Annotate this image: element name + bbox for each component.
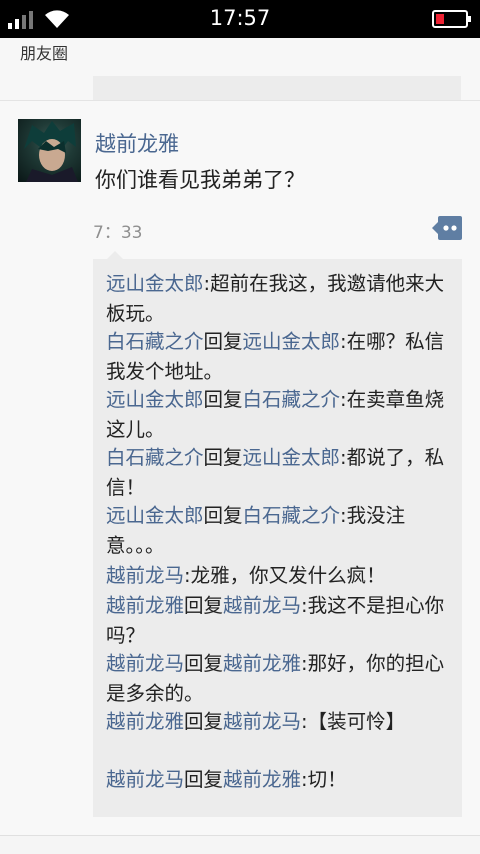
comment-item[interactable]: 远山金太郎回复白石藏之介:在卖章鱼烧这儿。 (106, 385, 446, 445)
comment-item[interactable]: 越前龙马回复越前龙雅:那好，你的担心是多余的。 (106, 649, 446, 709)
comment-button[interactable] (432, 216, 462, 240)
comment-text: :切！ (301, 768, 347, 791)
comment-author[interactable]: 白石藏之介 (106, 330, 204, 353)
comment-item[interactable]: 远山金太郎回复白石藏之介:我没注意。。。 (106, 501, 446, 561)
comment-author[interactable]: 越前龙马 (106, 768, 184, 791)
comment-item[interactable]: 白石藏之介回复远山金太郎:在哪？私信我发个地址。 (106, 327, 446, 387)
comment-item[interactable]: 越前龙马:龙雅，你又发什么疯！ (106, 561, 446, 591)
comment-author[interactable]: 远山金太郎 (106, 388, 204, 411)
reply-word: 回复 (184, 768, 224, 791)
reply-target[interactable]: 远山金太郎 (243, 330, 341, 353)
comment-author[interactable]: 越前龙雅 (106, 710, 184, 733)
reply-target[interactable]: 越前龙马 (223, 594, 301, 617)
reply-target[interactable]: 白石藏之介 (243, 388, 341, 411)
reply-target[interactable]: 白石藏之介 (243, 504, 341, 527)
comment-item[interactable]: 白石藏之介回复远山金太郎:都说了，私信！ (106, 443, 446, 503)
post-content: 你们谁看见我弟弟了？ (95, 168, 305, 192)
comment-icon (432, 216, 462, 240)
reply-target[interactable]: 越前龙雅 (223, 768, 301, 791)
comment-author[interactable]: 越前龙雅 (106, 594, 184, 617)
nav-bar: 朋友圈 (0, 38, 480, 120)
status-bar: 17:57 (0, 0, 480, 38)
reply-word: 回复 (184, 710, 224, 733)
status-time: 17:57 (209, 6, 271, 30)
reply-word: 回复 (203, 388, 243, 411)
comment-item[interactable]: 越前龙雅回复越前龙马:【装可怜】 (106, 707, 446, 737)
comments-notch (107, 251, 123, 259)
reply-target[interactable]: 越前龙马 (223, 710, 301, 733)
comment-item[interactable]: 越前龙雅回复越前龙马:我这不是担心你吗？ (106, 591, 446, 651)
comment-author[interactable]: 白石藏之介 (106, 446, 204, 469)
comment-author[interactable]: 越前龙马 (106, 564, 184, 587)
comment-item[interactable]: 越前龙马回复越前龙雅:切！ (106, 765, 446, 795)
comment-author[interactable]: 越前龙马 (106, 652, 184, 675)
reply-target[interactable]: 越前龙雅 (223, 652, 301, 675)
reply-word: 回复 (203, 504, 243, 527)
reply-word: 回复 (203, 446, 243, 469)
reply-word: 回复 (203, 330, 243, 353)
battery-icon (432, 10, 471, 28)
page-title: 朋友圈 (20, 44, 69, 63)
post-time: 7：33 (93, 223, 143, 243)
post-author[interactable]: 越前龙雅 (95, 128, 179, 158)
comment-author[interactable]: 远山金太郎 (106, 272, 204, 295)
reply-word: 回复 (184, 652, 224, 675)
comment-author[interactable]: 远山金太郎 (106, 504, 204, 527)
comments-panel: 远山金太郎:超前在我这，我邀请他来大板玩。 白石藏之介回复远山金太郎:在哪？私信… (93, 251, 462, 817)
comment-text: :龙雅，你又发什么疯！ (184, 564, 386, 587)
avatar-image (24, 121, 78, 182)
next-post-area (0, 836, 480, 854)
divider (0, 100, 480, 101)
avatar[interactable] (18, 119, 81, 182)
comment-text: :【装可怜】 (301, 710, 406, 733)
reply-word: 回复 (184, 594, 224, 617)
comment-item[interactable]: 远山金太郎:超前在我这，我邀请他来大板玩。 (106, 269, 446, 329)
reply-target[interactable]: 远山金太郎 (243, 446, 341, 469)
